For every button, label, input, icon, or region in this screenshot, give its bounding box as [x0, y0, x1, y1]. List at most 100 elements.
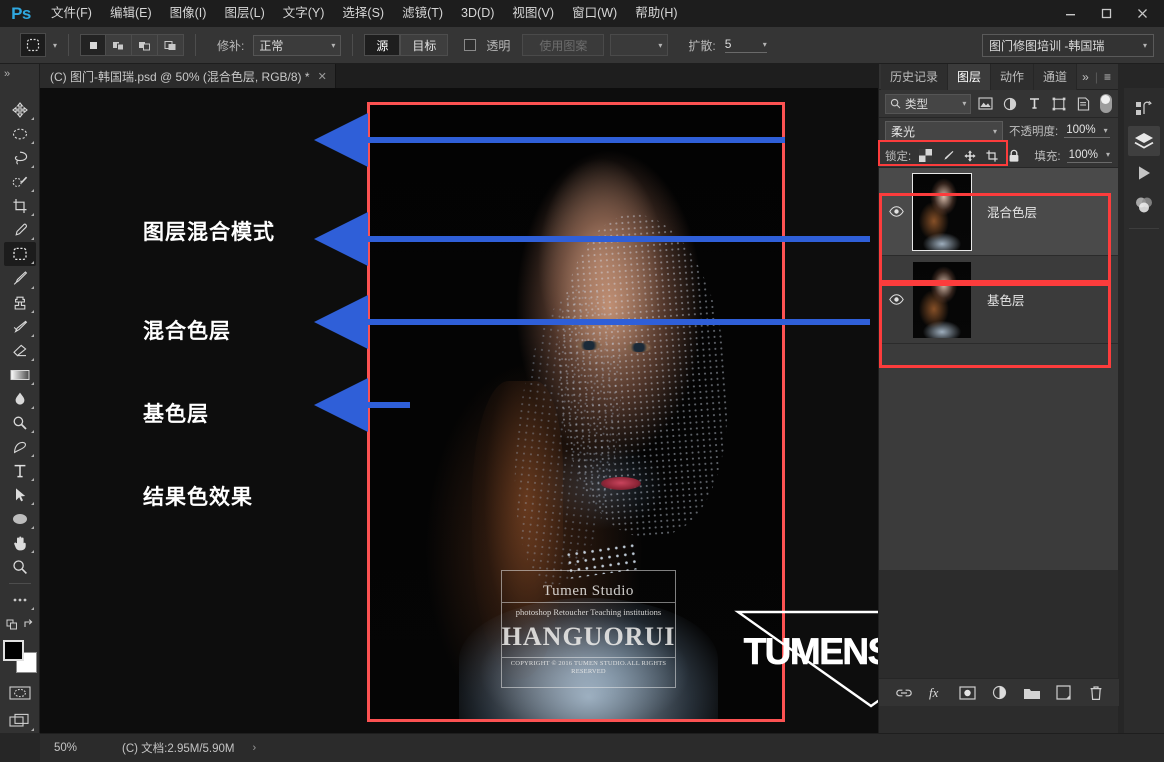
patch-target-button[interactable]: 目标 — [400, 34, 449, 56]
lasso-tool[interactable] — [4, 146, 36, 170]
table-row[interactable]: 混合色层 — [879, 168, 1118, 256]
adjustment-filter-icon[interactable] — [1000, 94, 1021, 114]
layer-thumbnail[interactable] — [913, 261, 971, 338]
new-adjustment-layer-icon[interactable] — [990, 683, 1009, 702]
menu-help[interactable]: 帮助(H) — [626, 0, 686, 27]
layer-visibility-toggle[interactable] — [883, 294, 909, 305]
lock-all-icon[interactable] — [1006, 147, 1022, 165]
layer-thumbnail-cell[interactable] — [909, 261, 975, 338]
pattern-picker-select[interactable]: ▾ — [610, 34, 669, 56]
hand-tool[interactable] — [4, 531, 36, 555]
shape-filter-icon[interactable] — [1049, 94, 1070, 114]
layer-style-fx-icon[interactable]: fx — [926, 683, 945, 702]
healing-patch-tool[interactable] — [3, 242, 36, 267]
filter-enable-toggle[interactable] — [1099, 94, 1113, 113]
eyedropper-tool[interactable] — [4, 218, 36, 242]
edit-toolbar-more-icon[interactable] — [4, 588, 36, 612]
new-group-icon[interactable] — [1022, 683, 1041, 702]
path-selection-tool[interactable] — [4, 483, 36, 507]
overflow-chevron-icon[interactable]: » — [1082, 70, 1089, 84]
menu-3d[interactable]: 3D(D) — [452, 0, 503, 27]
clone-stamp-tool[interactable] — [4, 291, 36, 315]
marquee-tool[interactable] — [4, 122, 36, 146]
zoom-level-field[interactable]: 50% — [48, 739, 104, 757]
patch-mode-select[interactable]: 正常 ▾ — [253, 34, 342, 56]
menu-image[interactable]: 图像(I) — [161, 0, 216, 27]
menu-file[interactable]: 文件(F) — [42, 0, 101, 27]
document-tab[interactable]: (C) 图门-韩国瑞.psd @ 50% (混合色层, RGB/8) * ✕ — [40, 64, 336, 88]
layer-thumbnail-cell[interactable] — [909, 172, 975, 251]
ellipse-shape-tool[interactable] — [4, 507, 36, 531]
lock-image-pixels-icon[interactable] — [939, 147, 955, 165]
actions-rail-icon[interactable] — [1128, 158, 1160, 188]
maximize-button[interactable] — [1088, 3, 1124, 25]
quick-mask-icon[interactable] — [4, 681, 36, 705]
crop-tool[interactable] — [4, 194, 36, 218]
pen-tool[interactable] — [4, 435, 36, 459]
minimize-button[interactable] — [1052, 3, 1088, 25]
menu-edit[interactable]: 编辑(E) — [101, 0, 161, 27]
blur-tool[interactable] — [4, 387, 36, 411]
tool-preset-chevron-icon[interactable]: ▾ — [53, 41, 57, 50]
delete-layer-icon[interactable] — [1086, 683, 1105, 702]
gradient-tool[interactable] — [4, 363, 36, 387]
move-tool[interactable] — [4, 98, 36, 122]
canvas-area[interactable]: Tumen Studio photoshop Retoucher Teachin… — [40, 88, 878, 733]
fill-field[interactable]: 100% ▾ — [1066, 149, 1113, 163]
add-layer-mask-icon[interactable] — [958, 683, 977, 702]
menu-window[interactable]: 窗口(W) — [563, 0, 626, 27]
menu-type[interactable]: 文字(Y) — [274, 0, 334, 27]
tab-layers[interactable]: 图层 — [948, 63, 992, 90]
intersect-selection-button[interactable] — [158, 34, 185, 56]
panel-collapse-arrows-icon[interactable]: » — [4, 68, 10, 80]
lock-position-icon[interactable] — [962, 147, 978, 165]
color-swatches[interactable] — [2, 640, 37, 674]
layer-list[interactable]: 混合色层 基色层 — [879, 168, 1118, 570]
brush-tool[interactable] — [4, 266, 36, 290]
close-icon[interactable]: ✕ — [318, 70, 327, 83]
screen-mode-icon[interactable] — [4, 709, 36, 733]
menu-layer[interactable]: 图层(L) — [215, 0, 273, 27]
opacity-field[interactable]: 100% ▾ — [1064, 124, 1110, 138]
default-colors-swap-icon[interactable] — [4, 612, 36, 636]
new-layer-icon[interactable] — [1054, 683, 1073, 702]
history-brush-tool[interactable] — [4, 315, 36, 339]
link-layers-icon[interactable] — [894, 683, 913, 702]
tab-actions[interactable]: 动作 — [991, 63, 1035, 90]
lock-transparent-pixels-icon[interactable] — [917, 147, 933, 165]
tab-history[interactable]: 历史记录 — [881, 63, 949, 90]
lock-artboard-nesting-icon[interactable] — [984, 147, 1000, 165]
blend-mode-select[interactable]: 柔光 ▾ — [885, 121, 1003, 141]
panel-menu-icon[interactable]: ≡ — [1104, 70, 1111, 84]
table-row[interactable]: 基色层 — [879, 256, 1118, 344]
zoom-tool[interactable] — [4, 555, 36, 579]
patch-tool-icon[interactable] — [20, 33, 46, 57]
subtract-from-selection-button[interactable] — [132, 34, 159, 56]
menu-filter[interactable]: 滤镜(T) — [393, 0, 452, 27]
layer-name-base[interactable]: 基色层 — [975, 290, 1025, 309]
quick-selection-tool[interactable] — [4, 170, 36, 194]
close-button[interactable] — [1124, 3, 1160, 25]
layer-thumbnail[interactable] — [912, 172, 972, 251]
tab-channels[interactable]: 通道 — [1034, 63, 1078, 90]
foreground-color-swatch[interactable] — [2, 640, 24, 662]
menu-select[interactable]: 选择(S) — [333, 0, 393, 27]
layers-rail-icon[interactable] — [1128, 126, 1160, 156]
status-expand-icon[interactable]: › — [252, 742, 256, 754]
menu-view[interactable]: 视图(V) — [503, 0, 563, 27]
history-rail-icon[interactable] — [1128, 94, 1160, 124]
type-tool[interactable] — [4, 459, 36, 483]
smart-object-filter-icon[interactable] — [1073, 94, 1094, 114]
channels-rail-icon[interactable] — [1128, 190, 1160, 220]
eraser-tool[interactable] — [4, 339, 36, 363]
new-selection-button[interactable] — [80, 34, 107, 56]
filter-kind-select[interactable]: 类型 ▾ — [885, 93, 972, 114]
diffusion-value-field[interactable]: 5 ▾ — [724, 37, 767, 53]
workspace-select[interactable]: 图门修图培训 -韩国瑞 ▾ — [982, 33, 1154, 57]
add-to-selection-button[interactable] — [106, 34, 133, 56]
type-filter-icon[interactable] — [1024, 94, 1045, 114]
pixel-filter-icon[interactable] — [975, 94, 996, 114]
artboard-image[interactable]: Tumen Studio photoshop Retoucher Teachin… — [367, 102, 785, 722]
layer-visibility-toggle[interactable] — [883, 206, 909, 217]
patch-source-button[interactable]: 源 — [364, 34, 401, 56]
